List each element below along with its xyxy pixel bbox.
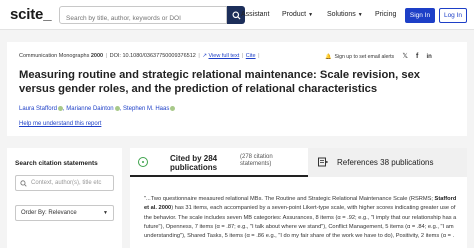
bell-icon: 🔔	[325, 54, 332, 60]
cited-by-icon	[138, 157, 148, 167]
doi[interactable]: DOI: 10.1080/03637750009376512	[110, 53, 196, 59]
order-by-label: Order By: Relevance	[21, 210, 77, 216]
author-link[interactable]: Stephen M. Haas	[123, 106, 169, 112]
nav-assistant-label: Assistant	[241, 11, 270, 18]
author-link[interactable]: Marianne Dainton	[66, 106, 113, 112]
facebook-icon[interactable]: f	[413, 53, 421, 61]
nav-pricing[interactable]: Pricing	[375, 11, 396, 18]
sign-in-button[interactable]: Sign In	[405, 8, 435, 23]
publication-year: 2000	[90, 53, 104, 59]
author-list: Laura Stafford, Marianne Dainton, Stephe…	[19, 106, 176, 112]
top-navbar: scite_ Assistant Product▼ Solutions▼ Pri…	[0, 0, 474, 30]
nav-product[interactable]: Product ▼	[282, 11, 313, 18]
external-link-icon: ↗	[202, 53, 207, 59]
separator: |	[258, 53, 260, 59]
log-in-button[interactable]: Log In	[439, 8, 467, 23]
cited-by-line-1: Cited by 284	[170, 154, 218, 163]
citation-statement: "...Two questionnaire measured relationa…	[130, 177, 467, 248]
help-understand-link[interactable]: Help me understand this report	[19, 121, 101, 127]
chevron-down-icon: ▼	[103, 210, 108, 216]
citation-filter-sidebar: Search citation statements Context, auth…	[7, 148, 122, 248]
search-icon	[20, 179, 27, 187]
social-share: 𝕏 f in	[401, 53, 433, 61]
author-badge-icon	[170, 106, 176, 111]
citation-statement-text: "...Two questionnaire measured relationa…	[144, 195, 458, 241]
linkedin-icon[interactable]: in	[425, 53, 433, 61]
snippet-text-before: "...Two questionnaire measured relationa…	[144, 196, 435, 202]
references-icon	[318, 157, 328, 167]
citation-search-input[interactable]: Context, author(s), title etc	[15, 175, 114, 191]
article-meta: Communication Monographs 2000 | DOI: 10.…	[19, 53, 261, 59]
references-label: References 38 publications	[337, 158, 434, 167]
separator: |	[241, 53, 244, 59]
nav-product-label: Product	[282, 11, 307, 18]
separator: |	[198, 53, 200, 59]
author-badge-icon	[114, 106, 120, 111]
citation-search-placeholder: Context, author(s), title etc	[31, 180, 102, 186]
nav-solutions[interactable]: Solutions ▼	[327, 11, 363, 18]
twitter-icon[interactable]: 𝕏	[401, 53, 409, 61]
nav-assistant[interactable]: Assistant	[241, 11, 269, 18]
tab-cited-by[interactable]: Cited by 284 publications (278 citation …	[130, 148, 308, 177]
order-by-select[interactable]: Order By: Relevance ▼	[15, 205, 114, 221]
view-full-text-link[interactable]: View full text	[209, 53, 240, 59]
nav-solutions-label: Solutions	[327, 11, 356, 18]
sidebar-title: Search citation statements	[15, 160, 98, 167]
search-icon	[231, 10, 241, 20]
tab-references[interactable]: References 38 publications	[308, 148, 467, 177]
article-title: Measuring routine and strategic relation…	[19, 69, 421, 95]
scite-logo[interactable]: scite_	[10, 6, 52, 23]
cite-link[interactable]: Cite	[246, 53, 256, 59]
citation-statements-line-1: (278 citation	[240, 154, 273, 160]
journal-name[interactable]: Communication Monographs	[19, 53, 89, 59]
chevron-down-icon: ▼	[308, 12, 314, 18]
cited-by-label: Cited by 284 publications	[170, 154, 217, 172]
nav-pricing-label: Pricing	[375, 11, 397, 18]
snippet-text-after: ) has 31 items, each accompanied by a se…	[144, 205, 457, 240]
cited-by-line-2: publications	[170, 163, 218, 172]
author-link[interactable]: Laura Stafford	[19, 106, 57, 112]
citation-tabs: Cited by 284 publications (278 citation …	[130, 148, 467, 177]
global-search-input[interactable]	[60, 10, 226, 27]
author-badge-icon	[57, 106, 63, 111]
article-header-card: Communication Monographs 2000 | DOI: 10.…	[7, 42, 467, 136]
citation-statements-count: (278 citation statements)	[240, 154, 273, 168]
article-actions: 🔔 Sign up to set email alerts 𝕏 f in	[325, 53, 433, 61]
email-alerts-link[interactable]: Sign up to set email alerts	[334, 54, 394, 60]
global-search-box[interactable]	[59, 6, 227, 27]
citation-statements-line-2: statements)	[240, 161, 272, 167]
separator: |	[105, 53, 108, 59]
chevron-down-icon: ▼	[357, 12, 363, 18]
